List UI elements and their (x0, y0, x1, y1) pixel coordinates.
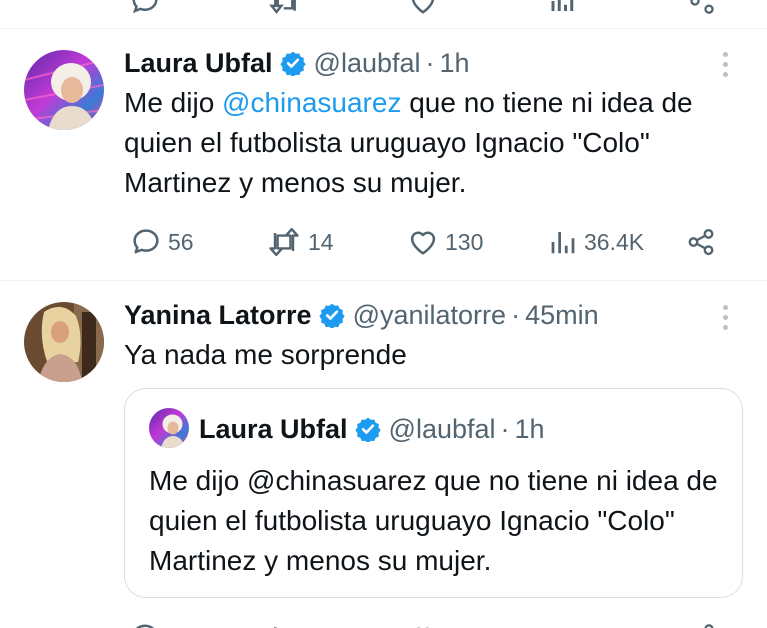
verified-badge-icon (354, 417, 381, 442)
separator-dot: · (500, 414, 510, 444)
author-handle: @laubfal (388, 414, 496, 444)
retweet-icon[interactable] (268, 0, 302, 21)
more-options-icon[interactable] (723, 52, 729, 78)
like-icon[interactable] (408, 622, 438, 628)
avatar[interactable] (24, 50, 104, 130)
author-handle[interactable]: @laubfal (314, 47, 421, 79)
share-icon (688, 228, 714, 256)
reply-icon[interactable] (130, 622, 160, 628)
author-name[interactable]: Laura Ubfal (124, 47, 273, 79)
tweet-actions: 56 14 130 36.4K (0, 226, 767, 258)
like-icon[interactable] (408, 0, 438, 21)
share-icon[interactable] (688, 622, 716, 628)
retweet-count: 14 (308, 228, 334, 255)
author-name: Laura Ubfal (199, 414, 348, 444)
tweet-actions (0, 620, 767, 628)
separator-dot: · (511, 300, 521, 330)
author-name[interactable]: Yanina Latorre (124, 299, 312, 331)
tweet-header: Laura Ubfal @laubfal · 1h (124, 47, 470, 79)
retweet-icon[interactable] (268, 622, 302, 628)
avatar[interactable] (24, 302, 104, 382)
retweet-icon (269, 227, 299, 257)
like-button[interactable]: 130 (407, 226, 483, 258)
views-icon[interactable] (548, 622, 578, 628)
quoted-tweet-text: Me dijo @chinasuarez que no tiene ni ide… (149, 465, 718, 576)
views-icon (551, 232, 575, 254)
reply-icon (133, 229, 159, 254)
reply-button[interactable]: 56 (130, 226, 194, 258)
tweet-text-part: Me dijo (124, 87, 223, 118)
like-icon (410, 231, 436, 255)
tweet-header: Yanina Latorre @yanilatorre · 45min (124, 299, 599, 331)
views-count: 36.4K (584, 228, 645, 255)
previous-tweet-actions (0, 0, 767, 28)
tweet[interactable]: Laura Ubfal @laubfal · 1h Me dijo @china… (0, 28, 767, 280)
views-button[interactable]: 36.4K (548, 226, 644, 258)
quoted-tweet-header: Laura Ubfal @laubfal · 1h (199, 413, 545, 445)
tweet-text: Ya nada me sorprende (124, 339, 407, 370)
views-icon[interactable] (548, 0, 578, 21)
quoted-tweet-card[interactable]: Laura Ubfal @laubfal · 1h Me dijo @china… (124, 388, 743, 598)
tweet-text: Me dijo @chinasuarez que no tiene ni ide… (124, 83, 754, 203)
verified-badge-icon (279, 51, 306, 76)
separator-dot: · (425, 48, 435, 78)
timestamp[interactable]: 1h (440, 47, 470, 79)
avatar (149, 408, 189, 448)
share-button[interactable] (686, 226, 716, 258)
share-icon[interactable] (688, 0, 716, 21)
like-count: 130 (445, 228, 484, 255)
reply-count: 56 (168, 228, 194, 255)
reply-icon[interactable] (130, 0, 160, 21)
verified-badge-icon (318, 303, 345, 328)
more-options-icon[interactable] (723, 305, 729, 331)
timestamp[interactable]: 45min (525, 299, 599, 331)
retweet-button[interactable]: 14 (266, 226, 334, 258)
timestamp: 1h (514, 414, 545, 444)
mention-link[interactable]: @chinasuarez (222, 87, 401, 118)
author-handle[interactable]: @yanilatorre (353, 299, 506, 331)
